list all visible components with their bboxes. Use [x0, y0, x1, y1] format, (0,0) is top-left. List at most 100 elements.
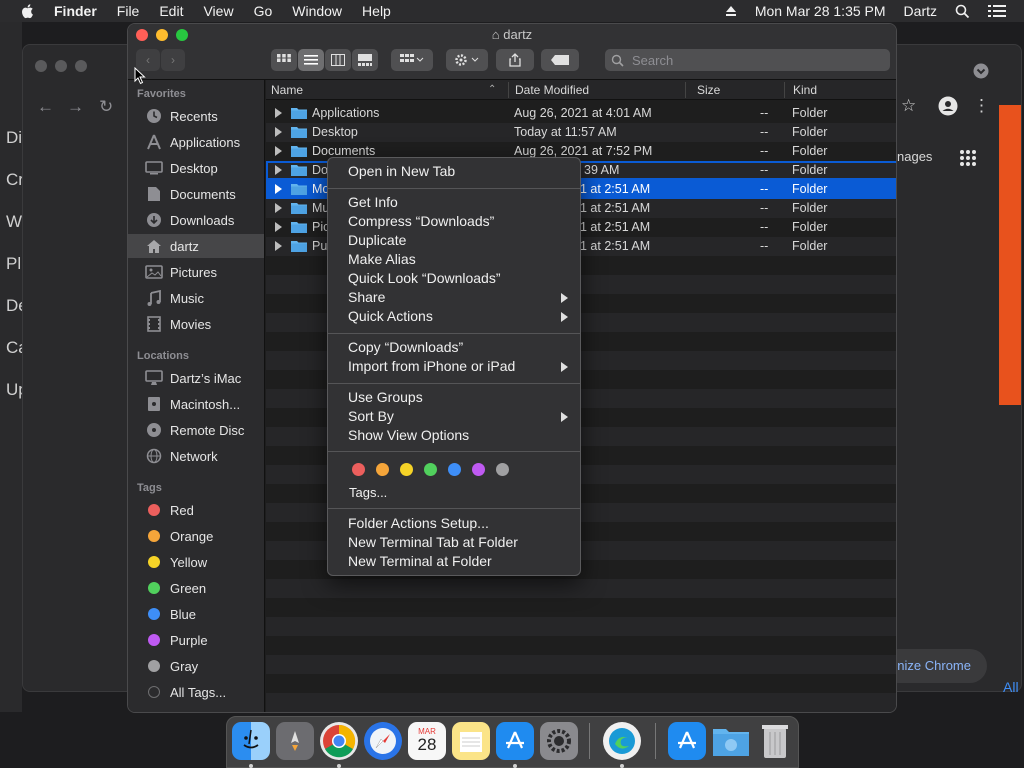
chrome-back-icon[interactable]: ←: [37, 97, 54, 117]
sidebar-item-recents[interactable]: Recents: [128, 104, 264, 128]
bg-all-link[interactable]: All: [1003, 679, 1019, 695]
chrome-reload-icon[interactable]: ↻: [99, 97, 113, 117]
apple-menu-icon[interactable]: [20, 3, 36, 19]
disclosure-triangle-icon[interactable]: [275, 108, 282, 118]
menu-edit[interactable]: Edit: [159, 3, 183, 19]
disclosure-triangle-icon[interactable]: [275, 146, 282, 156]
disclosure-triangle-icon[interactable]: [275, 184, 282, 194]
sidebar-item-pictures[interactable]: Pictures: [128, 260, 264, 284]
menu-item-new-terminal[interactable]: New Terminal at Folder: [348, 553, 492, 569]
list-view-button[interactable]: [298, 49, 324, 71]
action-button[interactable]: [446, 49, 488, 71]
sidebar-tag-gray[interactable]: Gray: [128, 654, 264, 678]
disclosure-triangle-icon[interactable]: [275, 241, 282, 251]
chrome-close-button[interactable]: [35, 60, 47, 72]
chrome-forward-icon[interactable]: →: [67, 97, 84, 117]
sidebar-tag-all-tags[interactable]: All Tags...: [128, 680, 264, 704]
disclosure-triangle-icon[interactable]: [275, 165, 282, 175]
notes-dock-icon[interactable]: [452, 722, 490, 760]
forward-button[interactable]: ›: [161, 49, 185, 71]
column-name[interactable]: Name: [271, 83, 303, 97]
menu-file[interactable]: File: [117, 3, 140, 19]
menu-item-folder-actions-setup[interactable]: Folder Actions Setup...: [348, 515, 489, 531]
sidebar-item-remote-disc[interactable]: Remote Disc: [128, 418, 264, 442]
sidebar-item-downloads[interactable]: Downloads: [128, 208, 264, 232]
eject-icon[interactable]: [725, 5, 737, 17]
column-date-modified[interactable]: Date Modified: [515, 83, 589, 97]
sidebar-tag-orange[interactable]: Orange: [128, 524, 264, 548]
sidebar-item-dartz[interactable]: dartz: [128, 234, 264, 258]
sidebar-item-movies[interactable]: Movies: [128, 312, 264, 336]
tag-blue-dot[interactable]: [448, 463, 461, 476]
menu-item-sort-by[interactable]: Sort By: [348, 408, 394, 424]
menu-item-make-alias[interactable]: Make Alias: [348, 251, 416, 267]
menu-help[interactable]: Help: [362, 3, 391, 19]
group-by-button[interactable]: [391, 49, 433, 71]
menu-item-new-terminal-tab[interactable]: New Terminal Tab at Folder: [348, 534, 518, 550]
search-field[interactable]: Search: [605, 49, 890, 71]
sidebar-item-macintosh-hd[interactable]: Macintosh...: [128, 392, 264, 416]
disclosure-triangle-icon[interactable]: [275, 222, 282, 232]
table-row[interactable]: Applications Aug 26, 2021 at 4:01 AM -- …: [266, 104, 896, 123]
menu-item-copy[interactable]: Copy “Downloads”: [348, 339, 463, 355]
menu-item-quick-actions[interactable]: Quick Actions: [348, 308, 433, 324]
menu-item-get-info[interactable]: Get Info: [348, 194, 398, 210]
sidebar-item-imac[interactable]: Dartz’s iMac: [128, 366, 264, 390]
tag-green-dot[interactable]: [424, 463, 437, 476]
sidebar-item-desktop[interactable]: Desktop: [128, 156, 264, 180]
system-preferences-dock-icon[interactable]: [540, 722, 578, 760]
customize-chrome-button[interactable]: nize Chrome: [881, 649, 987, 683]
sort-ascending-icon[interactable]: ⌃: [488, 84, 496, 95]
edge-dock-icon[interactable]: [603, 722, 641, 760]
menu-item-duplicate[interactable]: Duplicate: [348, 232, 406, 248]
control-center-icon[interactable]: [988, 4, 1006, 18]
edit-tags-button[interactable]: [541, 49, 579, 71]
applications-folder-dock-icon[interactable]: [668, 722, 706, 760]
menu-item-import-from-iphone[interactable]: Import from iPhone or iPad: [348, 358, 515, 374]
menu-item-compress[interactable]: Compress “Downloads”: [348, 213, 494, 229]
disclosure-triangle-icon[interactable]: [275, 127, 282, 137]
user-name[interactable]: Dartz: [904, 3, 937, 19]
safari-dock-icon[interactable]: [364, 722, 402, 760]
bookmark-star-icon[interactable]: ☆: [901, 96, 916, 116]
disclosure-triangle-icon[interactable]: [275, 203, 282, 213]
menu-item-open-in-new-tab[interactable]: Open in New Tab: [348, 163, 455, 179]
tag-red-dot[interactable]: [352, 463, 365, 476]
sidebar-item-music[interactable]: Music: [128, 286, 264, 310]
sidebar-item-applications[interactable]: Applications: [128, 130, 264, 154]
column-kind[interactable]: Kind: [793, 83, 817, 97]
tag-yellow-dot[interactable]: [400, 463, 413, 476]
menu-window[interactable]: Window: [292, 3, 342, 19]
chrome-menu-icon[interactable]: ⋮: [973, 96, 990, 116]
spotlight-search-icon[interactable]: [955, 4, 970, 19]
menu-item-tags[interactable]: Tags...: [349, 485, 387, 500]
sidebar-tag-red[interactable]: Red: [128, 498, 264, 522]
finder-dock-icon[interactable]: [232, 722, 270, 760]
tag-orange-dot[interactable]: [376, 463, 389, 476]
column-view-button[interactable]: [325, 49, 351, 71]
menu-view[interactable]: View: [203, 3, 233, 19]
icon-view-button[interactable]: [271, 49, 297, 71]
menu-finder[interactable]: Finder: [54, 3, 97, 19]
menu-item-quick-look[interactable]: Quick Look “Downloads”: [348, 270, 501, 286]
launchpad-dock-icon[interactable]: [276, 722, 314, 760]
sidebar-item-documents[interactable]: Documents: [128, 182, 264, 206]
app-store-dock-icon[interactable]: [496, 722, 534, 760]
chrome-zoom-button[interactable]: [75, 60, 87, 72]
gallery-view-button[interactable]: [352, 49, 378, 71]
sidebar-tag-purple[interactable]: Purple: [128, 628, 264, 652]
trash-dock-icon[interactable]: [756, 722, 794, 760]
share-button[interactable]: [496, 49, 534, 71]
chrome-tab-menu-icon[interactable]: [973, 63, 989, 79]
downloads-folder-dock-icon[interactable]: [712, 722, 750, 760]
clock[interactable]: Mon Mar 28 1:35 PM: [755, 3, 886, 19]
chrome-dock-icon[interactable]: [320, 722, 358, 760]
sidebar-item-network[interactable]: Network: [128, 444, 264, 468]
column-size[interactable]: Size: [697, 83, 720, 97]
tag-gray-dot[interactable]: [496, 463, 509, 476]
sidebar-tag-green[interactable]: Green: [128, 576, 264, 600]
table-row[interactable]: Desktop Today at 11:57 AM -- Folder: [266, 123, 896, 142]
sidebar-tag-blue[interactable]: Blue: [128, 602, 264, 626]
profile-icon[interactable]: [938, 96, 958, 116]
menu-item-share[interactable]: Share: [348, 289, 385, 305]
